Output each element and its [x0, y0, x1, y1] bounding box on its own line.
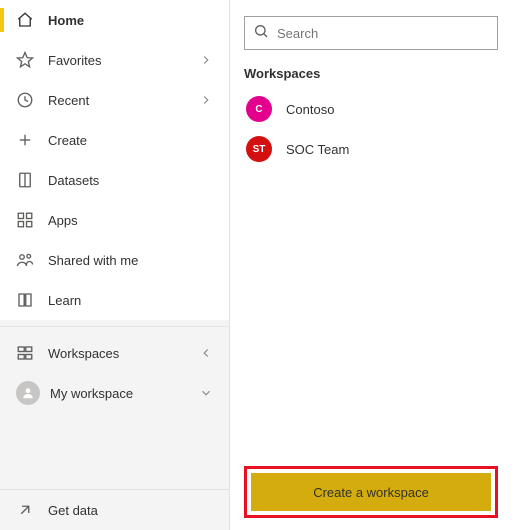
sidebar-item-label: Learn: [48, 293, 213, 308]
dataset-icon: [16, 171, 34, 189]
create-workspace-button[interactable]: Create a workspace: [251, 473, 491, 511]
sidebar-item-get-data[interactable]: Get data: [0, 490, 229, 530]
sidebar-item-recent[interactable]: Recent: [0, 80, 229, 120]
sidebar-item-my-workspace[interactable]: My workspace: [0, 373, 229, 413]
sidebar-item-label: Shared with me: [48, 253, 213, 268]
workspace-label: Contoso: [286, 102, 334, 117]
sidebar-item-label: Create: [48, 133, 213, 148]
chevron-right-icon: [199, 53, 213, 67]
workspaces-panel: Workspaces C Contoso ST SOC Team Create a w…: [230, 0, 514, 530]
search-icon: [253, 23, 269, 44]
apps-icon: [16, 211, 34, 229]
workspaces-section-title: Workspaces: [244, 66, 498, 81]
home-icon: [16, 11, 34, 29]
create-workspace-label: Create a workspace: [313, 485, 429, 500]
sidebar-item-shared-with-me[interactable]: Shared with me: [0, 240, 229, 280]
sidebar-item-label: My workspace: [50, 386, 199, 401]
workspaces-icon: [16, 344, 34, 362]
workspace-avatar: ST: [246, 136, 272, 162]
search-input-wrapper[interactable]: [244, 16, 498, 50]
plus-icon: [16, 131, 34, 149]
sidebar-item-workspaces[interactable]: Workspaces: [0, 333, 229, 373]
sidebar-item-label: Workspaces: [48, 346, 199, 361]
arrow-out-icon: [16, 501, 34, 519]
avatar-icon: [16, 381, 40, 405]
clock-icon: [16, 91, 34, 109]
chevron-right-icon: [199, 93, 213, 107]
search-input[interactable]: [277, 26, 489, 41]
workspace-item[interactable]: ST SOC Team: [244, 129, 498, 169]
create-workspace-highlight: Create a workspace: [244, 466, 498, 518]
sidebar-item-favorites[interactable]: Favorites: [0, 40, 229, 80]
workspace-avatar: C: [246, 96, 272, 122]
sidebar-item-label: Recent: [48, 93, 199, 108]
chevron-left-icon: [199, 346, 213, 360]
sidebar-item-label: Apps: [48, 213, 213, 228]
shared-icon: [16, 251, 34, 269]
workspace-item[interactable]: C Contoso: [244, 89, 498, 129]
sidebar-item-label: Get data: [48, 503, 213, 518]
workspace-label: SOC Team: [286, 142, 349, 157]
chevron-down-icon: [199, 386, 213, 400]
sidebar-item-create[interactable]: Create: [0, 120, 229, 160]
sidebar-item-label: Datasets: [48, 173, 213, 188]
star-icon: [16, 51, 34, 69]
sidebar-item-home[interactable]: Home: [0, 0, 229, 40]
workspace-list: C Contoso ST SOC Team: [244, 89, 498, 169]
sidebar-item-datasets[interactable]: Datasets: [0, 160, 229, 200]
sidebar-item-label: Favorites: [48, 53, 199, 68]
sidebar-item-apps[interactable]: Apps: [0, 200, 229, 240]
sidebar: Home Favorites Recent Create Datasets Apps Sha…: [0, 0, 230, 530]
sidebar-item-label: Home: [48, 13, 213, 28]
book-icon: [16, 291, 34, 309]
sidebar-item-learn[interactable]: Learn: [0, 280, 229, 320]
